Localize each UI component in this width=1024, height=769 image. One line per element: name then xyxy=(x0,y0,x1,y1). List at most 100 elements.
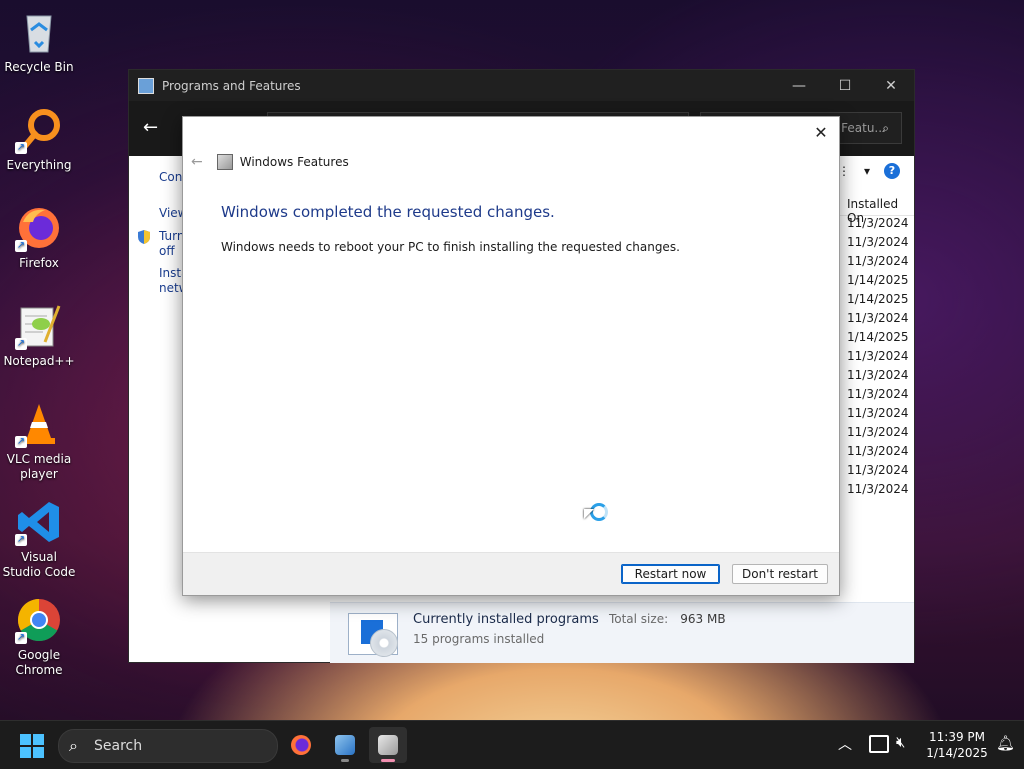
desktop-icon-vscode[interactable]: ↗ Visual Studio Code xyxy=(2,498,76,580)
firefox-icon xyxy=(291,735,311,755)
window-title: Programs and Features xyxy=(162,78,301,93)
shortcut-arrow-icon: ↗ xyxy=(15,338,27,350)
active-indicator xyxy=(381,759,395,762)
control-panel-icon xyxy=(138,77,154,94)
taskbar-app-windows-features[interactable] xyxy=(369,727,407,763)
list-item-date[interactable]: 11/3/2024 xyxy=(847,366,909,385)
shortcut-arrow-icon: ↗ xyxy=(15,534,27,546)
list-item-date[interactable]: 11/3/2024 xyxy=(847,480,909,499)
vscode-icon: ↗ xyxy=(15,498,63,546)
clock-date: 1/14/2025 xyxy=(926,746,988,760)
windows-logo-icon xyxy=(33,734,44,745)
shortcut-arrow-icon: ↗ xyxy=(15,632,27,644)
shield-icon xyxy=(138,230,150,244)
desktop-icon-recycle-bin[interactable]: Recycle Bin xyxy=(2,8,76,75)
windows-features-icon xyxy=(378,735,398,755)
windows-logo-icon xyxy=(20,747,31,758)
mouse-cursor-icon xyxy=(584,509,594,519)
nav-link-turn-features[interactable]: Turn off xyxy=(159,229,184,259)
clock[interactable]: 11:39 PM 1/14/2025 xyxy=(924,729,990,761)
taskbar-app-control-panel[interactable] xyxy=(326,727,364,763)
list-item-date[interactable]: 11/3/2024 xyxy=(847,214,909,233)
running-indicator xyxy=(341,759,349,762)
list-item-date[interactable]: 1/14/2025 xyxy=(847,290,909,309)
desktop-icon-label: Everything xyxy=(6,158,72,172)
close-button[interactable]: ✕ xyxy=(868,78,914,94)
status-title: Currently installed programs xyxy=(413,612,599,627)
dialog-message: Windows needs to reboot your PC to finis… xyxy=(221,240,680,254)
list-item-date[interactable]: 11/3/2024 xyxy=(847,347,909,366)
total-size-value: 963 MB xyxy=(680,612,726,626)
desktop-icon-label: Google Chrome xyxy=(15,648,63,677)
taskbar-search[interactable]: ⌕ Search xyxy=(58,729,278,763)
network-icon[interactable] xyxy=(869,735,889,753)
desktop-icon-vlc[interactable]: ↗ VLC media player xyxy=(2,400,76,482)
desktop-icon-chrome[interactable]: ↗ Google Chrome xyxy=(2,596,76,678)
minimize-button[interactable]: — xyxy=(776,78,822,94)
help-icon[interactable]: ? xyxy=(884,163,900,179)
nav-link-turn-line1: Turn xyxy=(159,229,185,243)
everything-search-icon: ↗ xyxy=(15,106,63,154)
disc-icon xyxy=(370,629,398,657)
control-panel-icon xyxy=(335,735,355,755)
view-toolbar: ⋮ ▾ ? xyxy=(838,163,900,179)
clock-time: 11:39 PM xyxy=(929,730,985,744)
desktop-icon-everything[interactable]: ↗ Everything xyxy=(2,106,76,173)
status-details-pane: Currently installed programs Total size:… xyxy=(330,602,914,663)
dont-restart-button[interactable]: Don't restart xyxy=(732,564,828,584)
taskbar-search-label: Search xyxy=(94,738,143,754)
window-titlebar[interactable]: Programs and Features — ☐ ✕ xyxy=(129,70,914,101)
windows-features-dialog: ✕ ← Windows Features Windows completed t… xyxy=(182,116,840,596)
list-item-date[interactable]: 11/3/2024 xyxy=(847,461,909,480)
list-item-date[interactable]: 11/3/2024 xyxy=(847,385,909,404)
desktop-icon-label: Visual Studio Code xyxy=(2,550,76,579)
search-icon: ⌕ xyxy=(69,736,78,755)
chevron-up-icon[interactable]: ︿ xyxy=(838,734,852,754)
programs-count: 15 programs installed xyxy=(413,632,545,646)
shortcut-arrow-icon: ↗ xyxy=(15,436,27,448)
desktop-icon-notepad-plus-plus[interactable]: ↗ Notepad++ xyxy=(2,302,76,369)
start-button[interactable] xyxy=(20,734,44,758)
total-size-label: Total size: xyxy=(608,612,669,626)
notification-bell-icon[interactable]: 🔔︎ xyxy=(996,734,1015,752)
status-line: Currently installed programs Total size:… xyxy=(413,612,726,627)
windows-logo-icon xyxy=(20,734,31,745)
desktop-icon-label: Notepad++ xyxy=(3,354,75,368)
dialog-close-button[interactable]: ✕ xyxy=(811,123,831,142)
search-icon: ⌕ xyxy=(882,121,889,135)
desktop-icon-firefox[interactable]: ↗ Firefox xyxy=(2,204,76,271)
notepad-plus-plus-icon: ↗ xyxy=(15,302,63,350)
desktop-icon-label: Firefox xyxy=(19,256,59,270)
windows-logo-icon xyxy=(33,747,44,758)
dialog-footer: Restart now Don't restart xyxy=(183,552,839,595)
chrome-icon: ↗ xyxy=(15,596,63,644)
list-item-date[interactable]: 11/3/2024 xyxy=(847,442,909,461)
restart-now-button[interactable]: Restart now xyxy=(621,564,720,584)
nav-link-turn-line2: off xyxy=(159,244,175,258)
shortcut-arrow-icon: ↗ xyxy=(15,240,27,252)
chevron-down-icon[interactable]: ▾ xyxy=(864,164,870,178)
desktop-icon-label: Recycle Bin xyxy=(4,60,74,74)
back-arrow-icon[interactable]: ← xyxy=(191,154,203,170)
list-item-date[interactable]: 1/14/2025 xyxy=(847,328,909,347)
taskbar-app-firefox[interactable] xyxy=(282,727,320,763)
volume-muted-icon[interactable]: 🔇︎ xyxy=(896,733,905,751)
back-arrow-icon[interactable]: ← xyxy=(143,117,158,138)
list-item-date[interactable]: 11/3/2024 xyxy=(847,404,909,423)
windows-features-icon xyxy=(216,154,233,170)
vlc-cone-icon: ↗ xyxy=(15,400,63,448)
shortcut-arrow-icon: ↗ xyxy=(15,142,27,154)
firefox-icon: ↗ xyxy=(15,204,63,252)
list-item-date[interactable]: 11/3/2024 xyxy=(847,233,909,252)
installed-dates-column: 11/3/2024 11/3/2024 11/3/2024 1/14/2025 … xyxy=(847,214,909,499)
list-item-date[interactable]: 11/3/2024 xyxy=(847,309,909,328)
list-item-date[interactable]: 11/3/2024 xyxy=(847,252,909,271)
list-item-date[interactable]: 11/3/2024 xyxy=(847,423,909,442)
dialog-heading: Windows completed the requested changes. xyxy=(221,203,555,221)
list-item-date[interactable]: 1/14/2025 xyxy=(847,271,909,290)
dialog-header: ← Windows Features xyxy=(191,154,349,170)
maximize-button[interactable]: ☐ xyxy=(822,78,868,94)
recycle-bin-icon xyxy=(15,8,63,56)
taskbar: ⌕ Search ︿ 🔇︎ 11:39 PM 1/14/2025 🔔︎ xyxy=(0,720,1024,769)
dialog-title: Windows Features xyxy=(239,155,349,169)
